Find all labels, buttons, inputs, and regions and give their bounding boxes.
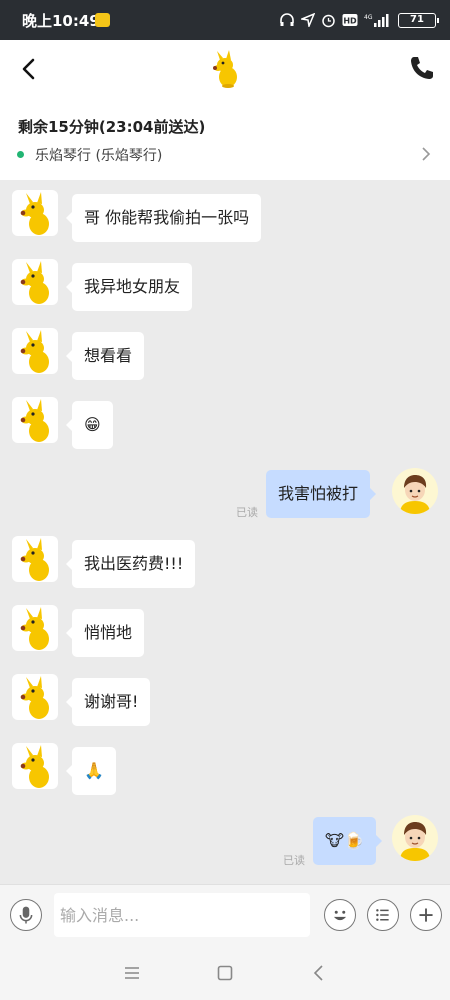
courier-avatar[interactable]: [12, 536, 58, 582]
svg-text:4G: 4G: [364, 14, 373, 21]
call-button[interactable]: [408, 54, 436, 82]
headphones-icon: [280, 13, 294, 26]
message-bubble[interactable]: 😁: [66, 401, 113, 449]
shop-name: 乐焰琴行 (乐焰琴行): [35, 148, 163, 164]
quick-reply-list-button[interactable]: [367, 899, 399, 931]
user-avatar[interactable]: [392, 815, 438, 861]
emoji-button[interactable]: [324, 899, 356, 931]
svg-text:HD: HD: [343, 17, 357, 26]
delivery-eta-title: 剩余15分钟(23:04前送达): [18, 118, 206, 136]
status-bar: 晚上10:49 HD 4G 71: [0, 0, 450, 40]
kangaroo-logo-icon: [213, 50, 237, 88]
chevron-right-icon: [422, 147, 431, 161]
back-button[interactable]: [14, 54, 44, 84]
courier-avatar[interactable]: [12, 190, 58, 236]
courier-avatar[interactable]: [12, 328, 58, 374]
courier-avatar[interactable]: [12, 605, 58, 651]
read-receipt: 已读: [236, 506, 258, 519]
message-bubble[interactable]: 想看看: [65, 332, 145, 380]
delivery-info-card[interactable]: 剩余15分钟(23:04前送达) 乐焰琴行 (乐焰琴行): [0, 100, 450, 180]
status-icons: HD 4G: [279, 12, 390, 28]
message-input-bar: [0, 884, 450, 944]
message-bubble[interactable]: 哥 你能帮我偷拍一张吗: [65, 194, 262, 242]
courier-avatar[interactable]: [12, 743, 58, 789]
message-bubble[interactable]: 我害怕被打: [266, 470, 377, 518]
status-time: 晚上10:49: [22, 12, 100, 30]
read-receipt: 已读: [283, 854, 305, 867]
courier-avatar[interactable]: [12, 674, 58, 720]
message-bubble[interactable]: 我异地女朋友: [65, 263, 193, 311]
message-bubble[interactable]: 我出医药费!!!: [65, 540, 196, 588]
location-icon: [301, 13, 315, 27]
message-bubble[interactable]: 🙏: [66, 747, 116, 795]
menu-icon[interactable]: [121, 962, 143, 984]
system-navigation-bar: [0, 944, 450, 1000]
message-bubble[interactable]: 🐮🍺: [313, 817, 382, 865]
message-bubble[interactable]: 谢谢哥!: [65, 678, 151, 726]
status-dot: [17, 151, 24, 158]
chat-header: [0, 40, 450, 100]
message-input[interactable]: [54, 893, 310, 937]
voice-input-button[interactable]: [10, 899, 42, 931]
signal-icon: 4G: [364, 13, 389, 27]
system-back-icon[interactable]: [308, 962, 330, 984]
user-avatar[interactable]: [392, 468, 438, 514]
courier-avatar[interactable]: [12, 397, 58, 443]
courier-avatar[interactable]: [12, 259, 58, 305]
alarm-icon: [322, 14, 335, 27]
add-more-button[interactable]: [410, 899, 442, 931]
battery-icon: 71: [398, 13, 439, 28]
home-icon[interactable]: [214, 962, 236, 984]
message-bubble[interactable]: 悄悄地: [65, 609, 145, 657]
hd-icon: HD: [342, 14, 358, 26]
app-notification-icon: [95, 13, 110, 27]
